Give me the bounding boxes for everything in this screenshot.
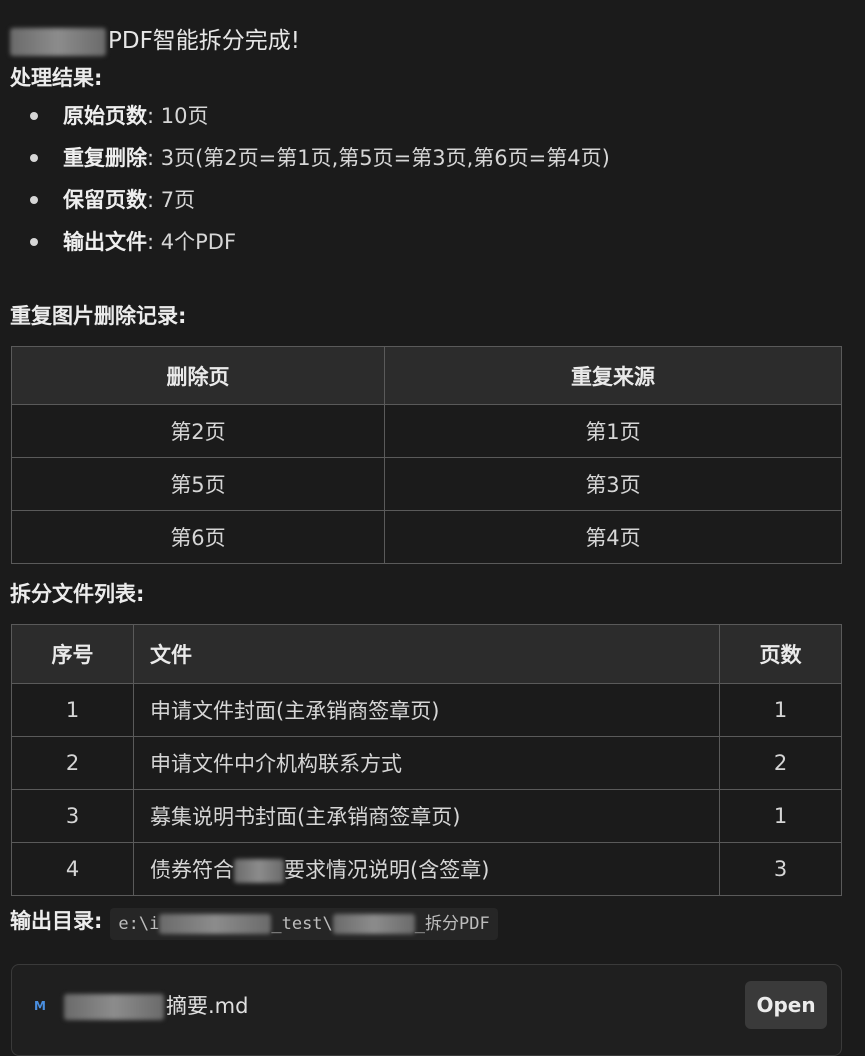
- table-cell: 第4页: [384, 510, 842, 564]
- table-cell: 3: [719, 842, 842, 896]
- table-cell: 1: [11, 683, 134, 737]
- file-name-start: 债券符合: [150, 858, 234, 882]
- item-value: : 7页: [147, 188, 196, 212]
- table-cell: 1: [719, 789, 842, 843]
- column-header: 页数: [719, 624, 842, 684]
- table-row: 第6页 第4页: [11, 510, 842, 564]
- results-heading: 处理结果:: [10, 66, 103, 90]
- table-cell: 第6页: [11, 510, 385, 564]
- redacted-text: [332, 913, 415, 934]
- table-cell: 第1页: [384, 404, 842, 458]
- path-middle: _test\: [271, 913, 333, 934]
- output-label: 输出目录:: [10, 909, 103, 933]
- path-end: _拆分PDF: [414, 913, 490, 934]
- list-item: 保留页数: 7页: [0, 182, 610, 224]
- list-item: 重复删除: 3页(第2页=第1页,第5页=第3页,第6页=第4页): [0, 140, 610, 182]
- table-row: 1 申请文件封面(主承销商签章页) 1: [11, 683, 842, 737]
- files-heading: 拆分文件列表:: [10, 582, 145, 606]
- file-attachment-card[interactable]: M 摘要.md Open: [11, 964, 842, 1056]
- output-directory: 输出目录: e:\i _test\ _拆分PDF: [10, 906, 498, 940]
- results-list: 原始页数: 10页 重复删除: 3页(第2页=第1页,第5页=第3页,第6页=第…: [0, 98, 610, 266]
- table-row: 2 申请文件中介机构联系方式 2: [11, 736, 842, 790]
- table-cell: 1: [719, 683, 842, 737]
- attachment-name-text: 摘要.md: [166, 994, 249, 1018]
- column-header: 序号: [11, 624, 134, 684]
- redacted-text: [234, 859, 284, 883]
- table-cell: 3: [11, 789, 134, 843]
- duplicates-heading: 重复图片删除记录:: [10, 304, 187, 328]
- column-header: 删除页: [11, 346, 385, 405]
- title-text: PDF智能拆分完成!: [108, 28, 301, 54]
- list-item: 输出文件: 4个PDF: [0, 224, 610, 266]
- open-button[interactable]: Open: [745, 981, 827, 1029]
- files-table: 序号 文件 页数 1 申请文件封面(主承销商签章页) 1 2 申请文件中介机构联…: [11, 624, 842, 896]
- file-name-end: 要求情况说明(含签章): [284, 858, 490, 882]
- message-title: PDF智能拆分完成!: [10, 24, 300, 58]
- output-path: e:\i _test\ _拆分PDF: [110, 907, 498, 940]
- item-key: 重复删除: [63, 146, 147, 170]
- redacted-text: [159, 913, 272, 934]
- attachment-name: 摘要.md: [64, 991, 248, 1021]
- table-cell: 募集说明书封面(主承销商签章页): [133, 789, 720, 843]
- markdown-file-icon: M: [34, 999, 46, 1013]
- item-key: 原始页数: [63, 104, 147, 128]
- table-cell: 第2页: [11, 404, 385, 458]
- redacted-text: [64, 994, 164, 1020]
- table-cell: 第3页: [384, 457, 842, 511]
- table-row: 4 债券符合 要求情况说明(含签章) 3: [11, 842, 842, 896]
- table-cell: 债券符合 要求情况说明(含签章): [133, 842, 720, 896]
- chat-message: PDF智能拆分完成! 处理结果: 原始页数: 10页 重复删除: 3页(第2页=…: [0, 0, 865, 1056]
- table-row: 3 募集说明书封面(主承销商签章页) 1: [11, 789, 842, 843]
- item-key: 输出文件: [63, 230, 147, 254]
- table-cell: 申请文件中介机构联系方式: [133, 736, 720, 790]
- column-header: 文件: [133, 624, 720, 684]
- table-header-row: 序号 文件 页数: [11, 624, 842, 684]
- table-row: 第5页 第3页: [11, 457, 842, 511]
- redacted-text: [10, 27, 106, 56]
- table-cell: 2: [719, 736, 842, 790]
- column-header: 重复来源: [384, 346, 842, 405]
- duplicates-table: 删除页 重复来源 第2页 第1页 第5页 第3页 第6页 第4页: [11, 346, 842, 564]
- list-item: 原始页数: 10页: [0, 98, 610, 140]
- item-value: : 10页: [147, 104, 209, 128]
- table-row: 第2页 第1页: [11, 404, 842, 458]
- item-value: : 3页(第2页=第1页,第5页=第3页,第6页=第4页): [147, 146, 610, 170]
- table-cell: 4: [11, 842, 134, 896]
- table-cell: 2: [11, 736, 134, 790]
- path-start: e:\i: [118, 913, 160, 934]
- table-cell: 申请文件封面(主承销商签章页): [133, 683, 720, 737]
- item-key: 保留页数: [63, 188, 147, 212]
- table-header-row: 删除页 重复来源: [11, 346, 842, 405]
- item-value: : 4个PDF: [147, 230, 237, 254]
- table-cell: 第5页: [11, 457, 385, 511]
